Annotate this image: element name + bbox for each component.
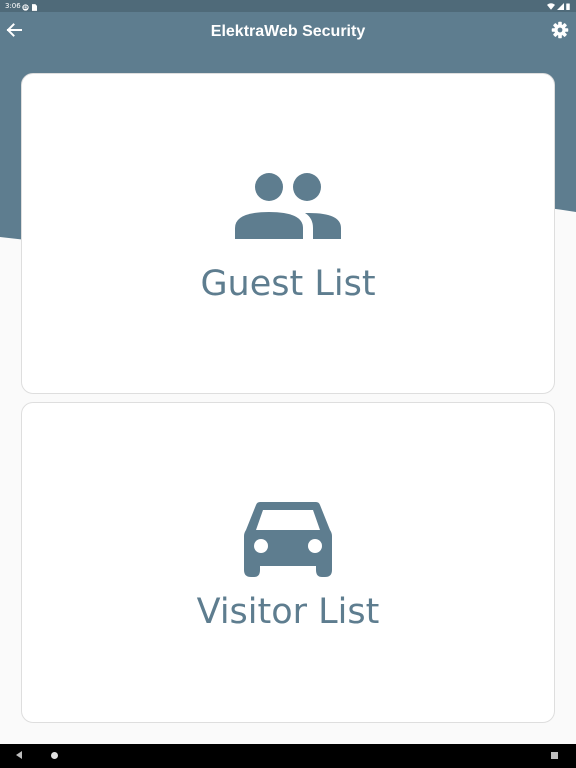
app-bar: ElektraWeb Security [0, 12, 576, 52]
people-icon [235, 172, 341, 240]
visitor-list-label: Visitor List [196, 591, 380, 632]
status-bar: 3:06 [0, 0, 576, 12]
nav-home-button[interactable] [51, 752, 58, 759]
gear-icon [551, 21, 569, 44]
guest-list-card[interactable]: Guest List [21, 73, 555, 394]
nav-back-button[interactable] [16, 751, 22, 759]
nav-recents-button[interactable] [551, 752, 558, 759]
car-icon [244, 500, 332, 578]
back-button[interactable] [2, 20, 26, 44]
arrow-back-icon [6, 22, 22, 43]
navigation-bar [0, 744, 576, 768]
status-time: 3:06 [5, 2, 21, 10]
visitor-list-card[interactable]: Visitor List [21, 402, 555, 723]
guest-list-label: Guest List [200, 263, 376, 304]
settings-button[interactable] [548, 20, 572, 44]
page-title: ElektraWeb Security [210, 23, 366, 40]
